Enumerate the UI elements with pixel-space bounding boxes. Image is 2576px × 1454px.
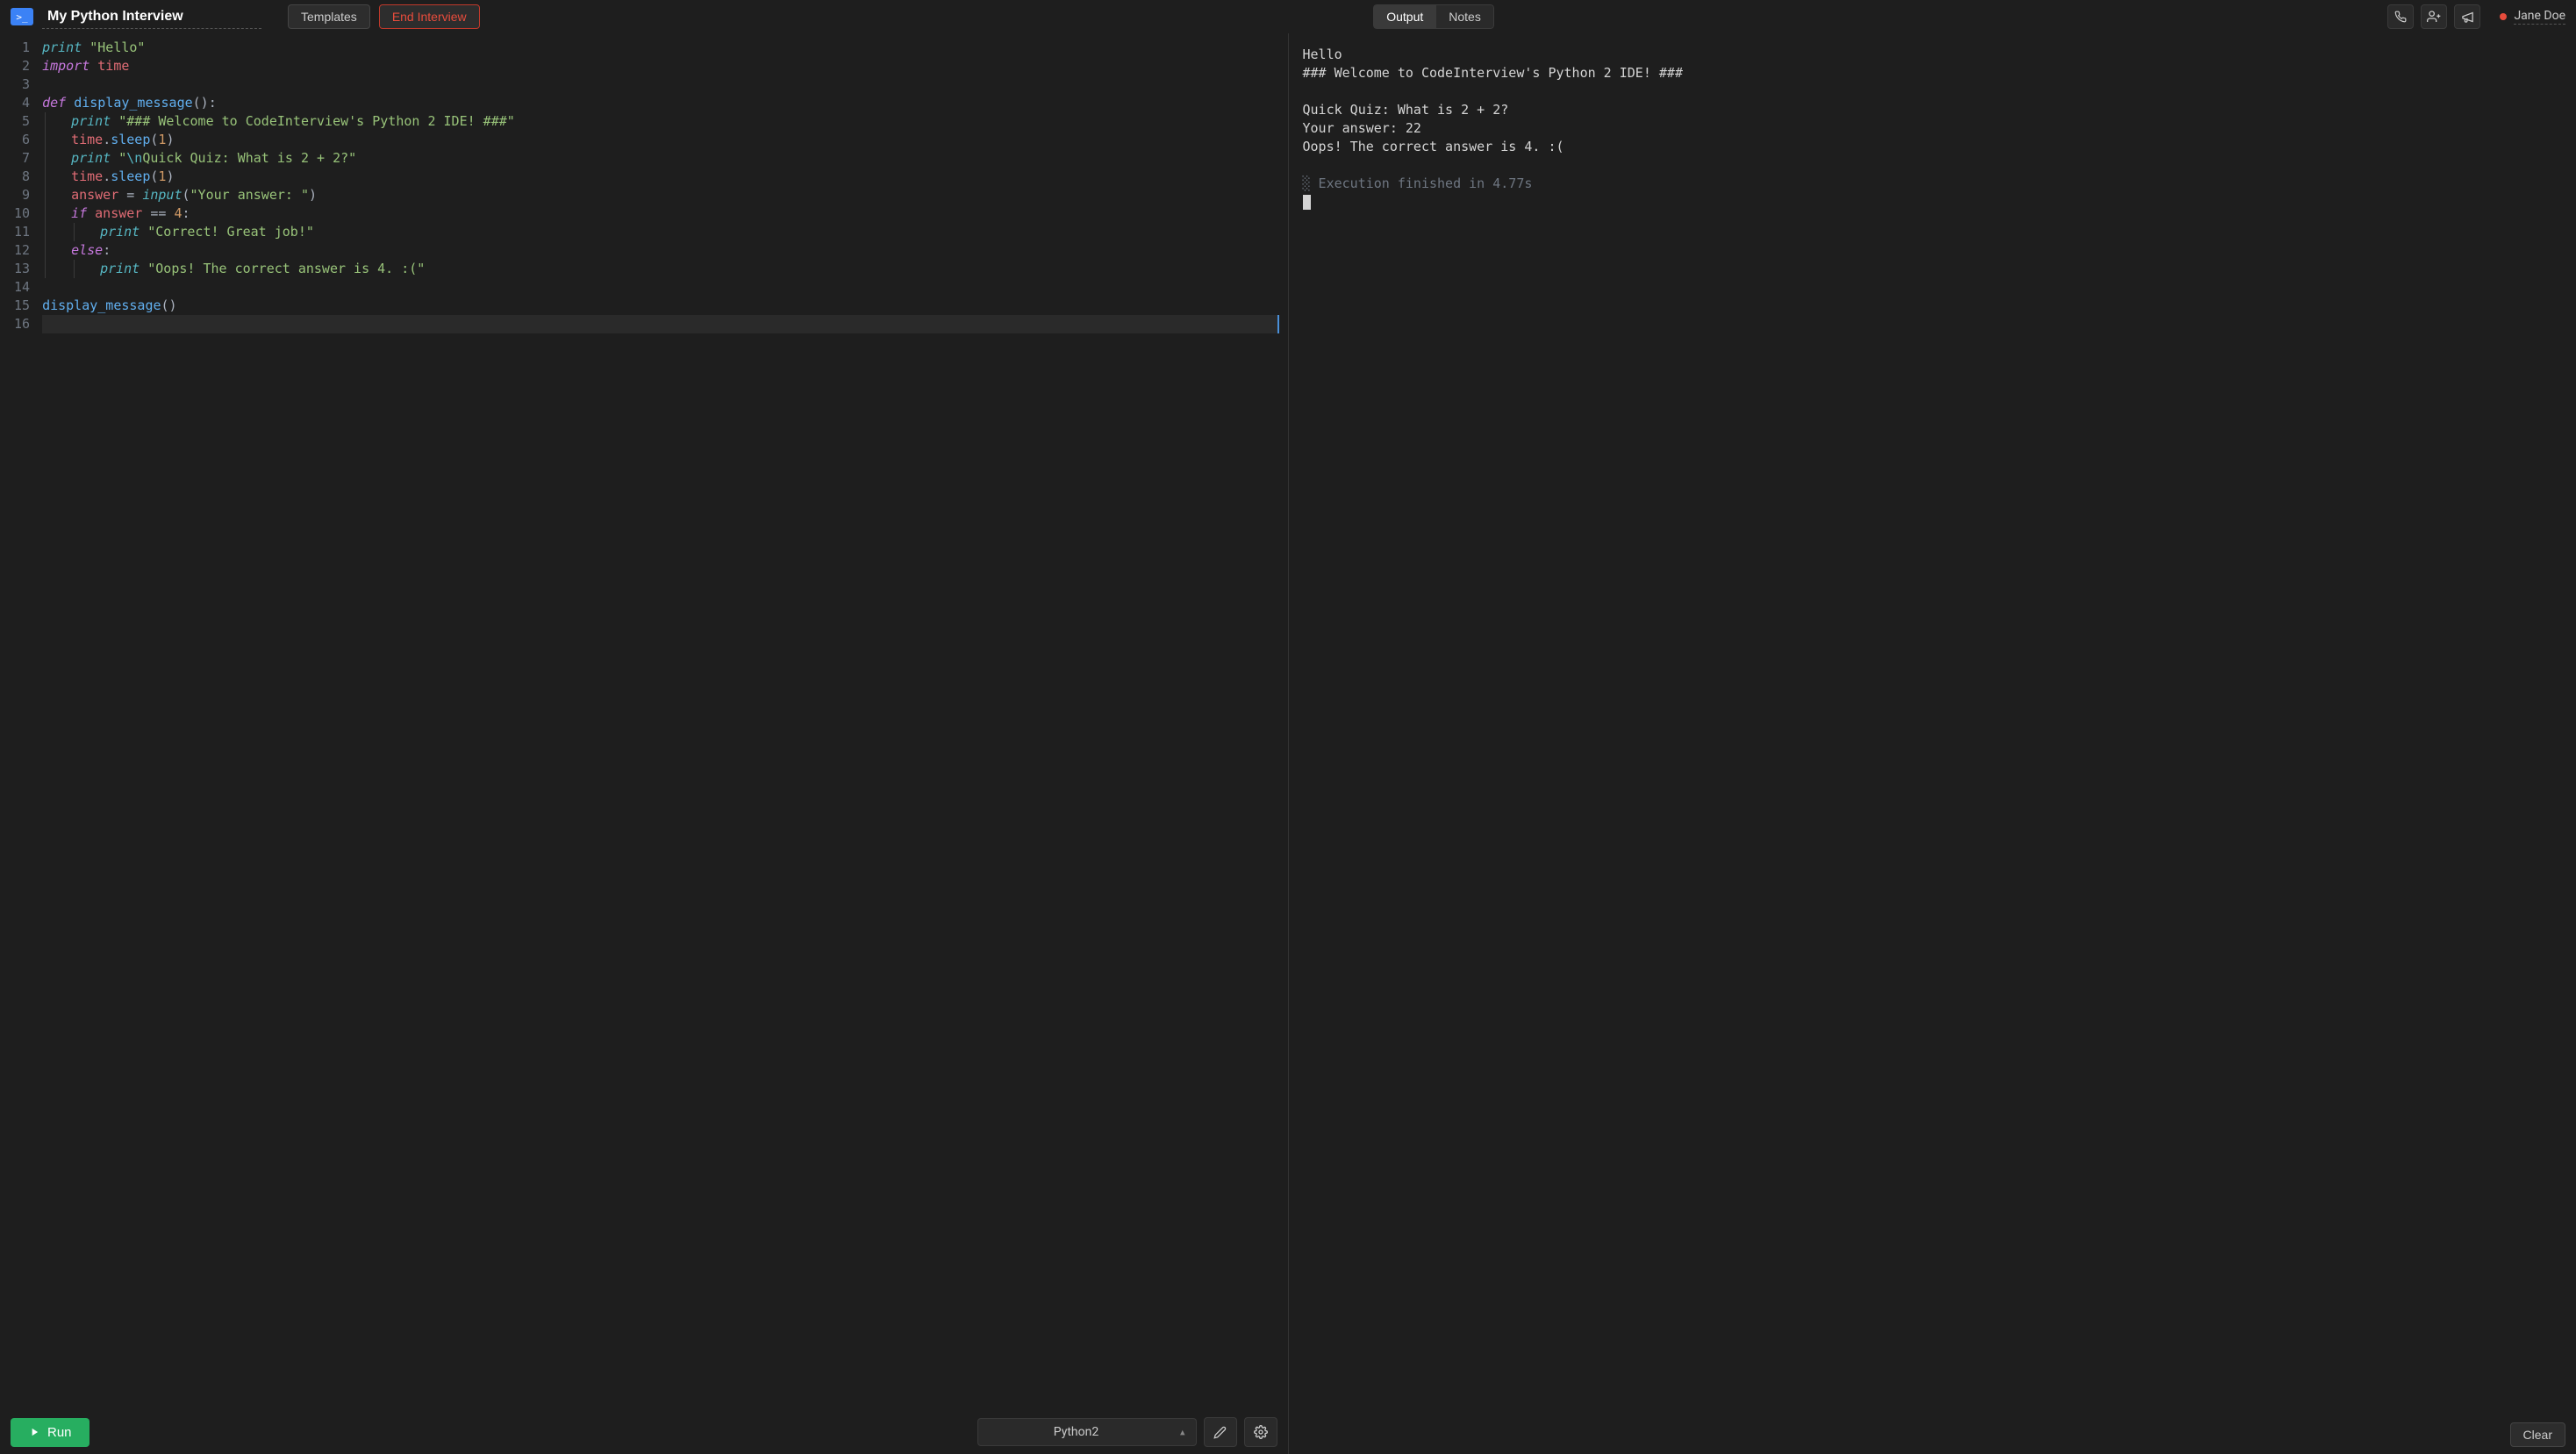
interview-title-input[interactable]	[42, 5, 261, 29]
output-line: ### Welcome to CodeInterview's Python 2 …	[1303, 64, 2563, 82]
code-line[interactable]: print "Hello"	[42, 39, 1278, 57]
run-button[interactable]: Run	[11, 1418, 89, 1447]
line-number: 9	[14, 186, 30, 204]
code-editor[interactable]: 12345678910111213141516 print "Hello"imp…	[0, 33, 1288, 1410]
app-root: >_ Templates End Interview Output Notes …	[0, 0, 2576, 1454]
line-number: 1	[14, 39, 30, 57]
line-number: 12	[14, 241, 30, 260]
phone-icon	[2394, 11, 2407, 23]
code-line[interactable]: time.sleep(1)	[42, 168, 1278, 186]
code-line[interactable]	[42, 315, 1278, 333]
terminal-cursor	[1303, 193, 2563, 211]
output-footer: Clear	[1289, 1415, 2576, 1454]
code-line[interactable]: def display_message():	[42, 94, 1278, 112]
code-line[interactable]: print "### Welcome to CodeInterview's Py…	[42, 112, 1278, 131]
code-line[interactable]: answer = input("Your answer: ")	[42, 186, 1278, 204]
code-line[interactable]: print "Correct! Great job!"	[42, 223, 1278, 241]
line-gutter: 12345678910111213141516	[0, 33, 39, 1410]
output-line: Oops! The correct answer is 4. :(	[1303, 138, 2563, 156]
code-line[interactable]: if answer == 4:	[42, 204, 1278, 223]
user-plus-icon	[2427, 10, 2441, 24]
top-bar: >_ Templates End Interview Output Notes …	[0, 0, 2576, 33]
call-button[interactable]	[2387, 4, 2414, 29]
status-dot-icon	[2500, 13, 2507, 20]
code-line[interactable]: else:	[42, 241, 1278, 260]
run-label: Run	[47, 1425, 72, 1440]
main-split: 12345678910111213141516 print "Hello"imp…	[0, 33, 2576, 1454]
logo-icon: >_	[11, 8, 33, 25]
output-pane: Hello### Welcome to CodeInterview's Pyth…	[1289, 33, 2576, 1454]
line-number: 10	[14, 204, 30, 223]
line-number: 6	[14, 131, 30, 149]
line-number: 5	[14, 112, 30, 131]
execution-status: ░ Execution finished in 4.77s	[1303, 175, 2563, 193]
code-line[interactable]	[42, 75, 1278, 94]
code-line[interactable]	[42, 278, 1278, 297]
output-line: Quick Quiz: What is 2 + 2?	[1303, 101, 2563, 119]
line-number: 14	[14, 278, 30, 297]
line-number: 2	[14, 57, 30, 75]
pencil-icon	[1213, 1426, 1227, 1439]
tab-output[interactable]: Output	[1373, 4, 1435, 29]
line-number: 15	[14, 297, 30, 315]
output-line	[1303, 82, 2563, 101]
code-line[interactable]: print "Oops! The correct answer is 4. :(…	[42, 260, 1278, 278]
code-line[interactable]: import time	[42, 57, 1278, 75]
line-number: 7	[14, 149, 30, 168]
templates-button[interactable]: Templates	[288, 4, 370, 29]
output-line: Hello	[1303, 46, 2563, 64]
call-controls	[2387, 4, 2480, 29]
play-icon	[28, 1426, 40, 1438]
announce-button[interactable]	[2454, 4, 2480, 29]
editor-footer: Run Python2	[0, 1410, 1288, 1454]
line-number: 16	[14, 315, 30, 333]
output-notes-tabs: Output Notes	[1373, 4, 1494, 29]
tab-notes[interactable]: Notes	[1435, 4, 1494, 29]
editor-pane: 12345678910111213141516 print "Hello"imp…	[0, 33, 1289, 1454]
username-label: Jane Doe	[2514, 9, 2565, 25]
language-select[interactable]: Python2	[977, 1418, 1197, 1446]
line-number: 13	[14, 260, 30, 278]
code-content[interactable]: print "Hello"import time def display_mess…	[39, 33, 1287, 1410]
code-line[interactable]: print "\nQuick Quiz: What is 2 + 2?"	[42, 149, 1278, 168]
line-number: 8	[14, 168, 30, 186]
user-area[interactable]: Jane Doe	[2500, 9, 2565, 25]
code-line[interactable]: time.sleep(1)	[42, 131, 1278, 149]
code-line[interactable]: display_message()	[42, 297, 1278, 315]
clear-button[interactable]: Clear	[2510, 1422, 2565, 1447]
line-number: 4	[14, 94, 30, 112]
invite-button[interactable]	[2421, 4, 2447, 29]
megaphone-icon	[2461, 11, 2474, 24]
gear-icon	[1254, 1425, 1268, 1439]
output-terminal[interactable]: Hello### Welcome to CodeInterview's Pyth…	[1289, 33, 2576, 1415]
settings-button[interactable]	[1244, 1417, 1277, 1447]
output-line: Your answer: 22	[1303, 119, 2563, 138]
line-number: 11	[14, 223, 30, 241]
edit-button[interactable]	[1204, 1417, 1237, 1447]
end-interview-button[interactable]: End Interview	[379, 4, 480, 29]
line-number: 3	[14, 75, 30, 94]
